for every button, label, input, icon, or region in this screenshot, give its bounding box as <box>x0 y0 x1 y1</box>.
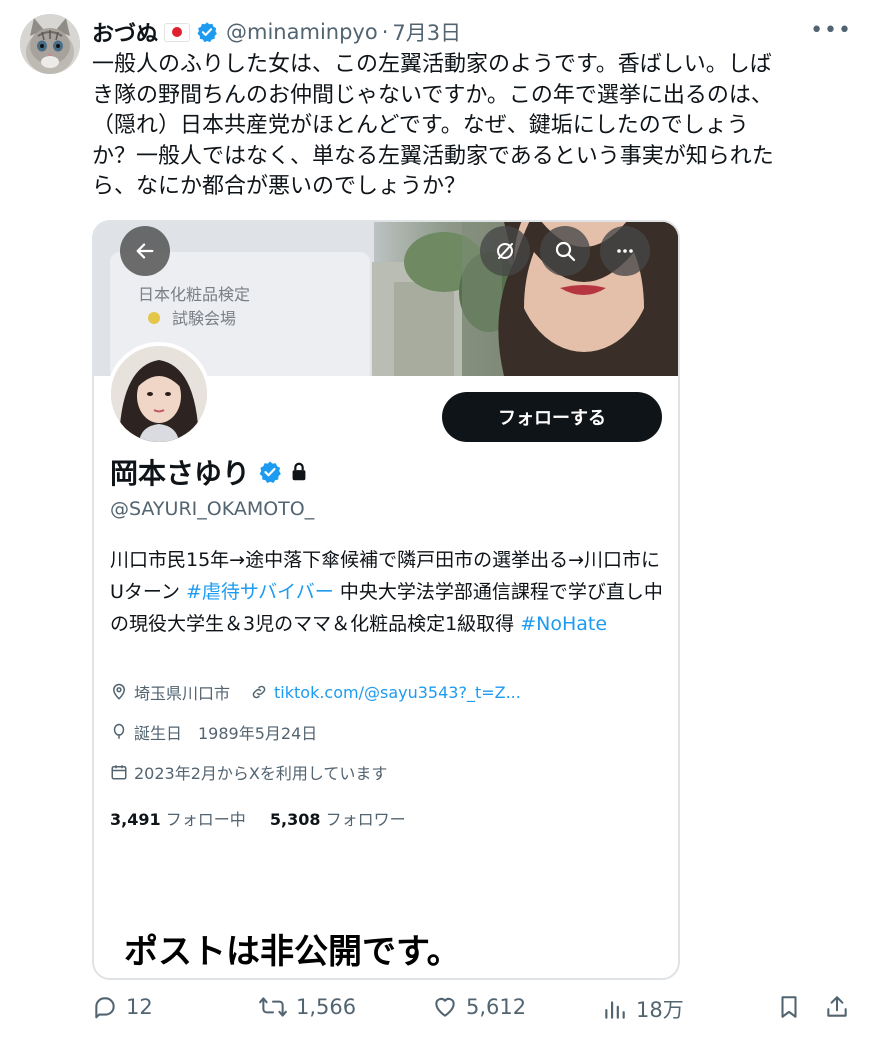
bookmark-button[interactable] <box>776 994 810 1020</box>
tweet-text: 一般人のふりした女は、この左翼活動家のようです。香ばしい。しば き隊の野間ちんの… <box>92 52 774 199</box>
profile-website-link[interactable]: tiktok.com/@sayu3543?_t=Z... <box>274 683 521 702</box>
calendar-icon <box>111 765 127 780</box>
search-icon <box>555 241 576 262</box>
profile-location: 埼玉県川口市 <box>134 684 231 703</box>
reply-icon <box>95 997 115 1019</box>
repost-button[interactable]: 1,566 <box>258 994 356 1020</box>
back-button[interactable] <box>120 226 170 276</box>
more-horizontal-icon[interactable]: ••• <box>810 18 852 43</box>
followers-label[interactable]: フォロワー <box>326 810 406 829</box>
author-avatar[interactable] <box>20 14 80 74</box>
repost-icon <box>259 997 287 1017</box>
search-button[interactable] <box>540 226 590 276</box>
lock-icon <box>288 461 310 483</box>
profile-birthday-row: 誕生日 1989年5月24日 <box>110 720 317 744</box>
header-separator: · <box>381 20 389 44</box>
location-pin-icon <box>112 683 126 700</box>
profile-location-link-row: 埼玉県川口市 tiktok.com/@sayu3543?_t=Z... <box>110 680 521 704</box>
embedded-profile-screenshot[interactable]: 日本化粧品検定 試験会場 フォローする 岡本さゆり @SAYURI_OKAMOT… <box>92 220 680 980</box>
analytics-bar-icon <box>605 1001 625 1019</box>
heart-icon <box>435 997 455 1017</box>
bookmark-icon <box>781 996 797 1018</box>
profile-joined-row: 2023年2月からXを利用しています <box>110 760 387 784</box>
share-button[interactable] <box>824 994 858 1020</box>
tweet-date[interactable]: 7月3日 <box>392 17 461 47</box>
reply-button[interactable]: 12 <box>92 994 153 1020</box>
banner-text-line1: 日本化粧品検定 <box>138 285 250 304</box>
bio-hashtag-nohate[interactable]: #NoHate <box>520 613 607 635</box>
profile-handle: @SAYURI_OKAMOTO_ <box>110 498 315 520</box>
reply-count: 12 <box>126 995 153 1019</box>
grok-button[interactable] <box>480 226 530 276</box>
like-count: 5,612 <box>466 995 527 1019</box>
grok-icon <box>497 243 513 259</box>
followers-count[interactable]: 5,308 <box>270 810 321 829</box>
profile-follow-stats: 3,491 フォロー中 5,308 フォロワー <box>110 806 406 830</box>
tweet-header: おづぬ @minaminpyo · 7月3日 <box>92 14 461 50</box>
share-icon <box>827 996 847 1017</box>
arrow-left-icon <box>136 243 154 259</box>
views-button[interactable]: 18万 <box>602 994 684 1024</box>
author-handle[interactable]: @minaminpyo <box>226 20 378 44</box>
tweet-action-bar: 12 1,566 5,612 18万 <box>92 994 864 1034</box>
more-options-button[interactable] <box>600 226 650 276</box>
profile-avatar[interactable] <box>107 342 211 446</box>
following-label[interactable]: フォロー中 <box>166 810 246 829</box>
japan-flag-icon <box>164 22 191 42</box>
verified-badge-icon <box>258 460 282 484</box>
profile-display-name: 岡本さゆり <box>110 457 251 490</box>
profile-joined-date: 2023年2月からXを利用しています <box>134 764 388 783</box>
following-count[interactable]: 3,491 <box>110 810 161 829</box>
link-icon <box>252 685 266 699</box>
follow-button[interactable]: フォローする <box>442 392 662 442</box>
profile-birthday: 誕生日 1989年5月24日 <box>134 724 318 743</box>
repost-count: 1,566 <box>296 995 357 1019</box>
balloon-icon <box>113 723 125 739</box>
like-button[interactable]: 5,612 <box>432 994 526 1020</box>
author-name[interactable]: おづぬ <box>92 16 158 48</box>
view-count: 18万 <box>636 998 684 1022</box>
bio-hashtag-abuse-survivor[interactable]: #虐待サバイバー <box>186 581 334 603</box>
banner-text-line2: 試験会場 <box>172 309 236 328</box>
verified-badge-icon <box>196 21 218 43</box>
more-horizontal-icon <box>617 249 633 253</box>
profile-bio: 川口市民15年→途中落下傘候補で隣戸田市の選挙出る→川口市にUターン #虐待サバ… <box>110 544 666 640</box>
private-posts-notice: ポストは非公開です。 <box>124 932 461 972</box>
profile-name-row: 岡本さゆり <box>110 452 310 492</box>
